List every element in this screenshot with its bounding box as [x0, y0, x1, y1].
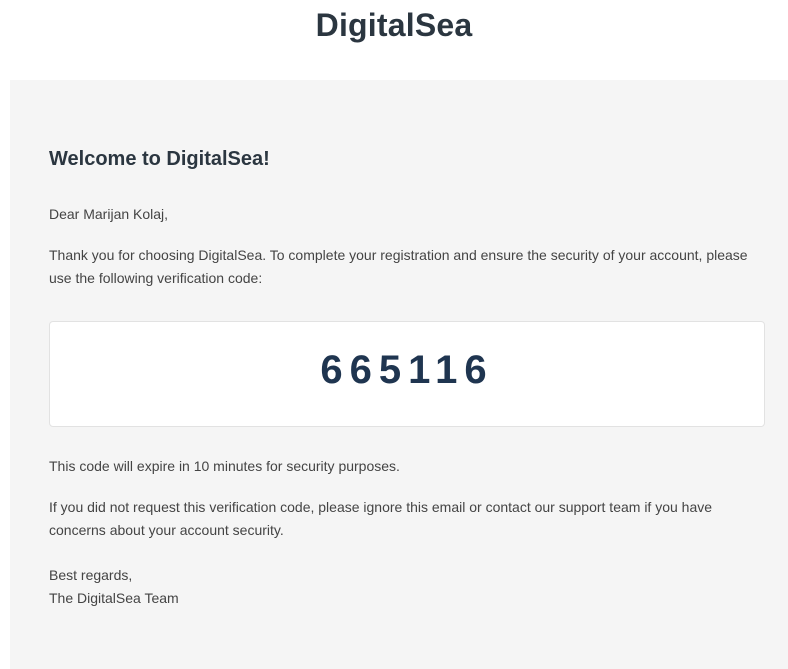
verification-code-box: 665116	[49, 321, 765, 427]
expiry-notice: This code will expire in 10 minutes for …	[49, 458, 400, 474]
email-page: DigitalSea Welcome to DigitalSea! Dear M…	[0, 0, 788, 669]
greeting-text: Dear Marijan Kolaj,	[49, 206, 169, 222]
verification-code[interactable]: 665116	[320, 348, 493, 393]
intro-text: Thank you for choosing DigitalSea. To co…	[49, 247, 748, 286]
ignore-notice: If you did not request this verification…	[49, 499, 713, 538]
welcome-heading: Welcome to DigitalSea!	[49, 148, 270, 170]
brand-header: DigitalSea	[0, 0, 788, 80]
sign-off: Best regards,	[49, 567, 133, 583]
brand-title: DigitalSea	[315, 7, 473, 43]
email-panel: Welcome to DigitalSea! Dear Marijan Kola…	[10, 80, 788, 669]
signature: The DigitalSea Team	[49, 590, 179, 606]
